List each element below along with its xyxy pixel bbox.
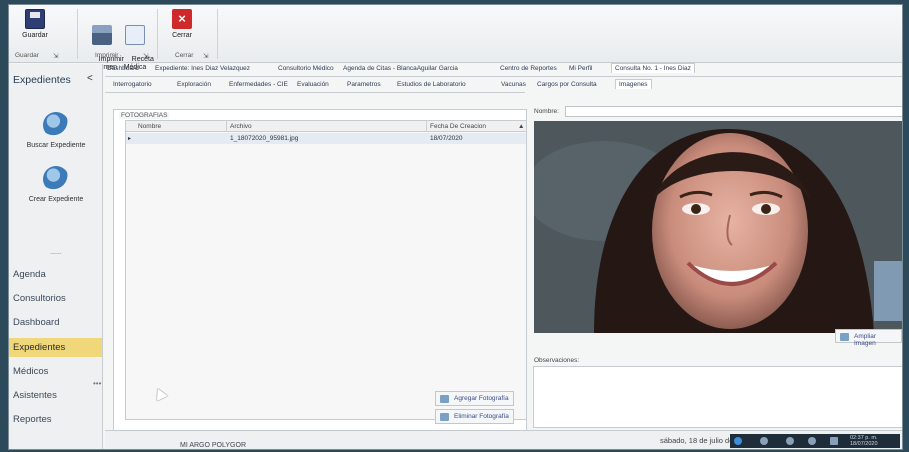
nav-item-dashboard[interactable]: Dashboard bbox=[13, 317, 59, 328]
tab-reportes[interactable]: Centro de Reportes bbox=[500, 65, 557, 72]
ribbon-separator bbox=[217, 9, 218, 59]
dialog-launcher-icon[interactable]: ⇲ bbox=[53, 52, 58, 60]
save-icon bbox=[25, 9, 45, 29]
tab-dashboard[interactable]: Dashboard bbox=[107, 65, 139, 72]
dialog-launcher-icon[interactable]: ⇲ bbox=[203, 52, 208, 60]
tab-agenda[interactable]: Agenda de Citas - BlancaAguilar Garcia bbox=[343, 65, 458, 72]
nav-item-expedientes[interactable]: Expedientes bbox=[9, 338, 102, 357]
patient-photo-graphic bbox=[534, 121, 902, 333]
add-photo-icon bbox=[440, 395, 449, 403]
prescription-icon bbox=[125, 25, 145, 45]
tab-perfil[interactable]: Mi Perfil bbox=[569, 65, 592, 72]
tab-consulta[interactable]: Consulta No. 1 - Ines Diaz bbox=[611, 63, 695, 73]
main-tabs: Dashboard Expediente: Ines Diaz Velazque… bbox=[105, 63, 902, 77]
tab-enfermedades[interactable]: Enfermedades - CIE bbox=[229, 81, 288, 88]
ribbon-separator bbox=[157, 9, 158, 59]
col-archivo[interactable]: Archivo bbox=[230, 123, 252, 130]
close-button[interactable]: × Cerrar bbox=[167, 9, 197, 40]
nav-item-agenda[interactable]: Agenda bbox=[13, 269, 46, 280]
nav-item-medicos[interactable]: Médicos bbox=[13, 366, 48, 377]
dialog-launcher-icon[interactable]: ⇲ bbox=[143, 52, 148, 60]
system-taskbar: 02:37 p. m. 18/07/2020 bbox=[730, 434, 900, 448]
zoom-icon bbox=[840, 333, 849, 341]
tab-expediente[interactable]: Expediente: Ines Diaz Velazquez bbox=[155, 65, 250, 72]
network-icon[interactable] bbox=[760, 437, 768, 445]
sort-asc-icon: ▲ bbox=[518, 123, 525, 130]
left-navigation: Expedientes < Buscar Expediente Crear Ex… bbox=[9, 64, 103, 449]
ribbon-separator bbox=[77, 9, 78, 59]
nav-title: Expedientes bbox=[13, 74, 71, 86]
grid-header: Nombre Archivo Fecha De Creacion ▲ bbox=[126, 121, 526, 132]
tab-cargos[interactable]: Cargos por Consulta bbox=[537, 81, 597, 88]
row-indicator-icon: ▸ bbox=[128, 136, 132, 142]
col-fecha[interactable]: Fecha De Creacion bbox=[430, 123, 486, 130]
create-record-label: Crear Expediente bbox=[28, 196, 84, 203]
close-label: Cerrar bbox=[172, 32, 192, 39]
create-record-button[interactable]: Crear Expediente bbox=[9, 166, 103, 203]
tab-interrogatorio[interactable]: Interrogatorio bbox=[113, 81, 152, 88]
nav-separator: ...... bbox=[50, 249, 62, 256]
save-button[interactable]: Guardar bbox=[15, 9, 55, 40]
save-label: Guardar bbox=[22, 32, 48, 39]
enlarge-image-label: Ampliar Imagen bbox=[854, 333, 877, 347]
cell-archivo: 1_18072020_95981.jpg bbox=[230, 135, 299, 142]
app-window: Guardar Imprimir Resumen Receta Médica ×… bbox=[8, 4, 903, 450]
bottom-text: MI ARGO POLYGOR bbox=[180, 442, 246, 449]
close-icon: × bbox=[172, 9, 192, 29]
volume-icon[interactable] bbox=[808, 437, 816, 445]
group-label-cerrar: Cerrar bbox=[175, 52, 194, 59]
nombre-input[interactable] bbox=[565, 106, 902, 117]
col-divider bbox=[226, 121, 227, 132]
cell-fecha: 18/07/2020 bbox=[430, 135, 463, 142]
group-label-guardar: Guardar bbox=[15, 52, 39, 59]
col-nombre[interactable]: Nombre bbox=[138, 123, 161, 130]
add-photo-label: Agregar Fotografía bbox=[454, 395, 509, 402]
tab-laboratorio[interactable]: Estudios de Laboratorio bbox=[397, 81, 466, 88]
tab-consultorio[interactable]: Consultorio Médico bbox=[278, 65, 334, 72]
chrome-icon[interactable] bbox=[734, 437, 742, 445]
delete-photo-icon bbox=[440, 413, 449, 421]
search-record-button[interactable]: Buscar Expediente bbox=[9, 112, 103, 149]
group-label-imprimir: Imprimir bbox=[95, 52, 119, 59]
enlarge-image-button[interactable]: Ampliar Imagen bbox=[835, 329, 902, 347]
consulta-tabs: Interrogatorio Exploración Enfermedades … bbox=[105, 80, 526, 93]
table-row[interactable]: ▸ 1_18072020_95981.jpg 18/07/2020 bbox=[126, 133, 526, 144]
observaciones-textarea[interactable] bbox=[533, 366, 902, 428]
add-person-icon bbox=[43, 166, 69, 192]
tab-imagenes[interactable]: Imagenes bbox=[615, 79, 652, 89]
photos-grid[interactable]: Nombre Archivo Fecha De Creacion ▲ ▸ 1_1… bbox=[125, 120, 527, 420]
patient-photo bbox=[534, 121, 902, 333]
col-divider bbox=[426, 121, 427, 132]
printer-icon bbox=[92, 25, 112, 45]
tab-vacunas[interactable]: Vacunas bbox=[501, 81, 526, 88]
tab-evaluacion[interactable]: Evaluación bbox=[297, 81, 329, 88]
observaciones-label: Observaciones: bbox=[534, 357, 580, 364]
delete-photo-button[interactable]: Eliminar Fotografía bbox=[435, 409, 514, 424]
nombre-label: Nombre: bbox=[534, 108, 559, 115]
search-record-label: Buscar Expediente bbox=[26, 142, 86, 149]
search-person-icon bbox=[43, 112, 69, 138]
clock-date: 18/07/2020 bbox=[850, 441, 878, 447]
more-options-icon[interactable]: ••• bbox=[93, 379, 101, 388]
ribbon-toolbar: Guardar Imprimir Resumen Receta Médica ×… bbox=[9, 5, 902, 71]
collapse-icon[interactable]: < bbox=[87, 73, 93, 84]
nav-item-consultorios[interactable]: Consultorios bbox=[13, 293, 66, 304]
delete-photo-label: Eliminar Fotografía bbox=[454, 413, 509, 420]
system-clock[interactable]: 02:37 p. m. 18/07/2020 bbox=[850, 435, 878, 447]
wifi-icon[interactable] bbox=[786, 437, 794, 445]
tab-exploracion[interactable]: Exploración bbox=[177, 81, 211, 88]
nav-item-asistentes[interactable]: Asistentes bbox=[13, 390, 57, 401]
tab-parametros[interactable]: Parametros bbox=[347, 81, 381, 88]
keyboard-icon[interactable] bbox=[830, 437, 838, 445]
photos-legend: FOTOGRAFIAS bbox=[119, 112, 170, 119]
add-photo-button[interactable]: Agregar Fotografía bbox=[435, 391, 514, 406]
nav-item-reportes[interactable]: Reportes bbox=[13, 414, 52, 425]
